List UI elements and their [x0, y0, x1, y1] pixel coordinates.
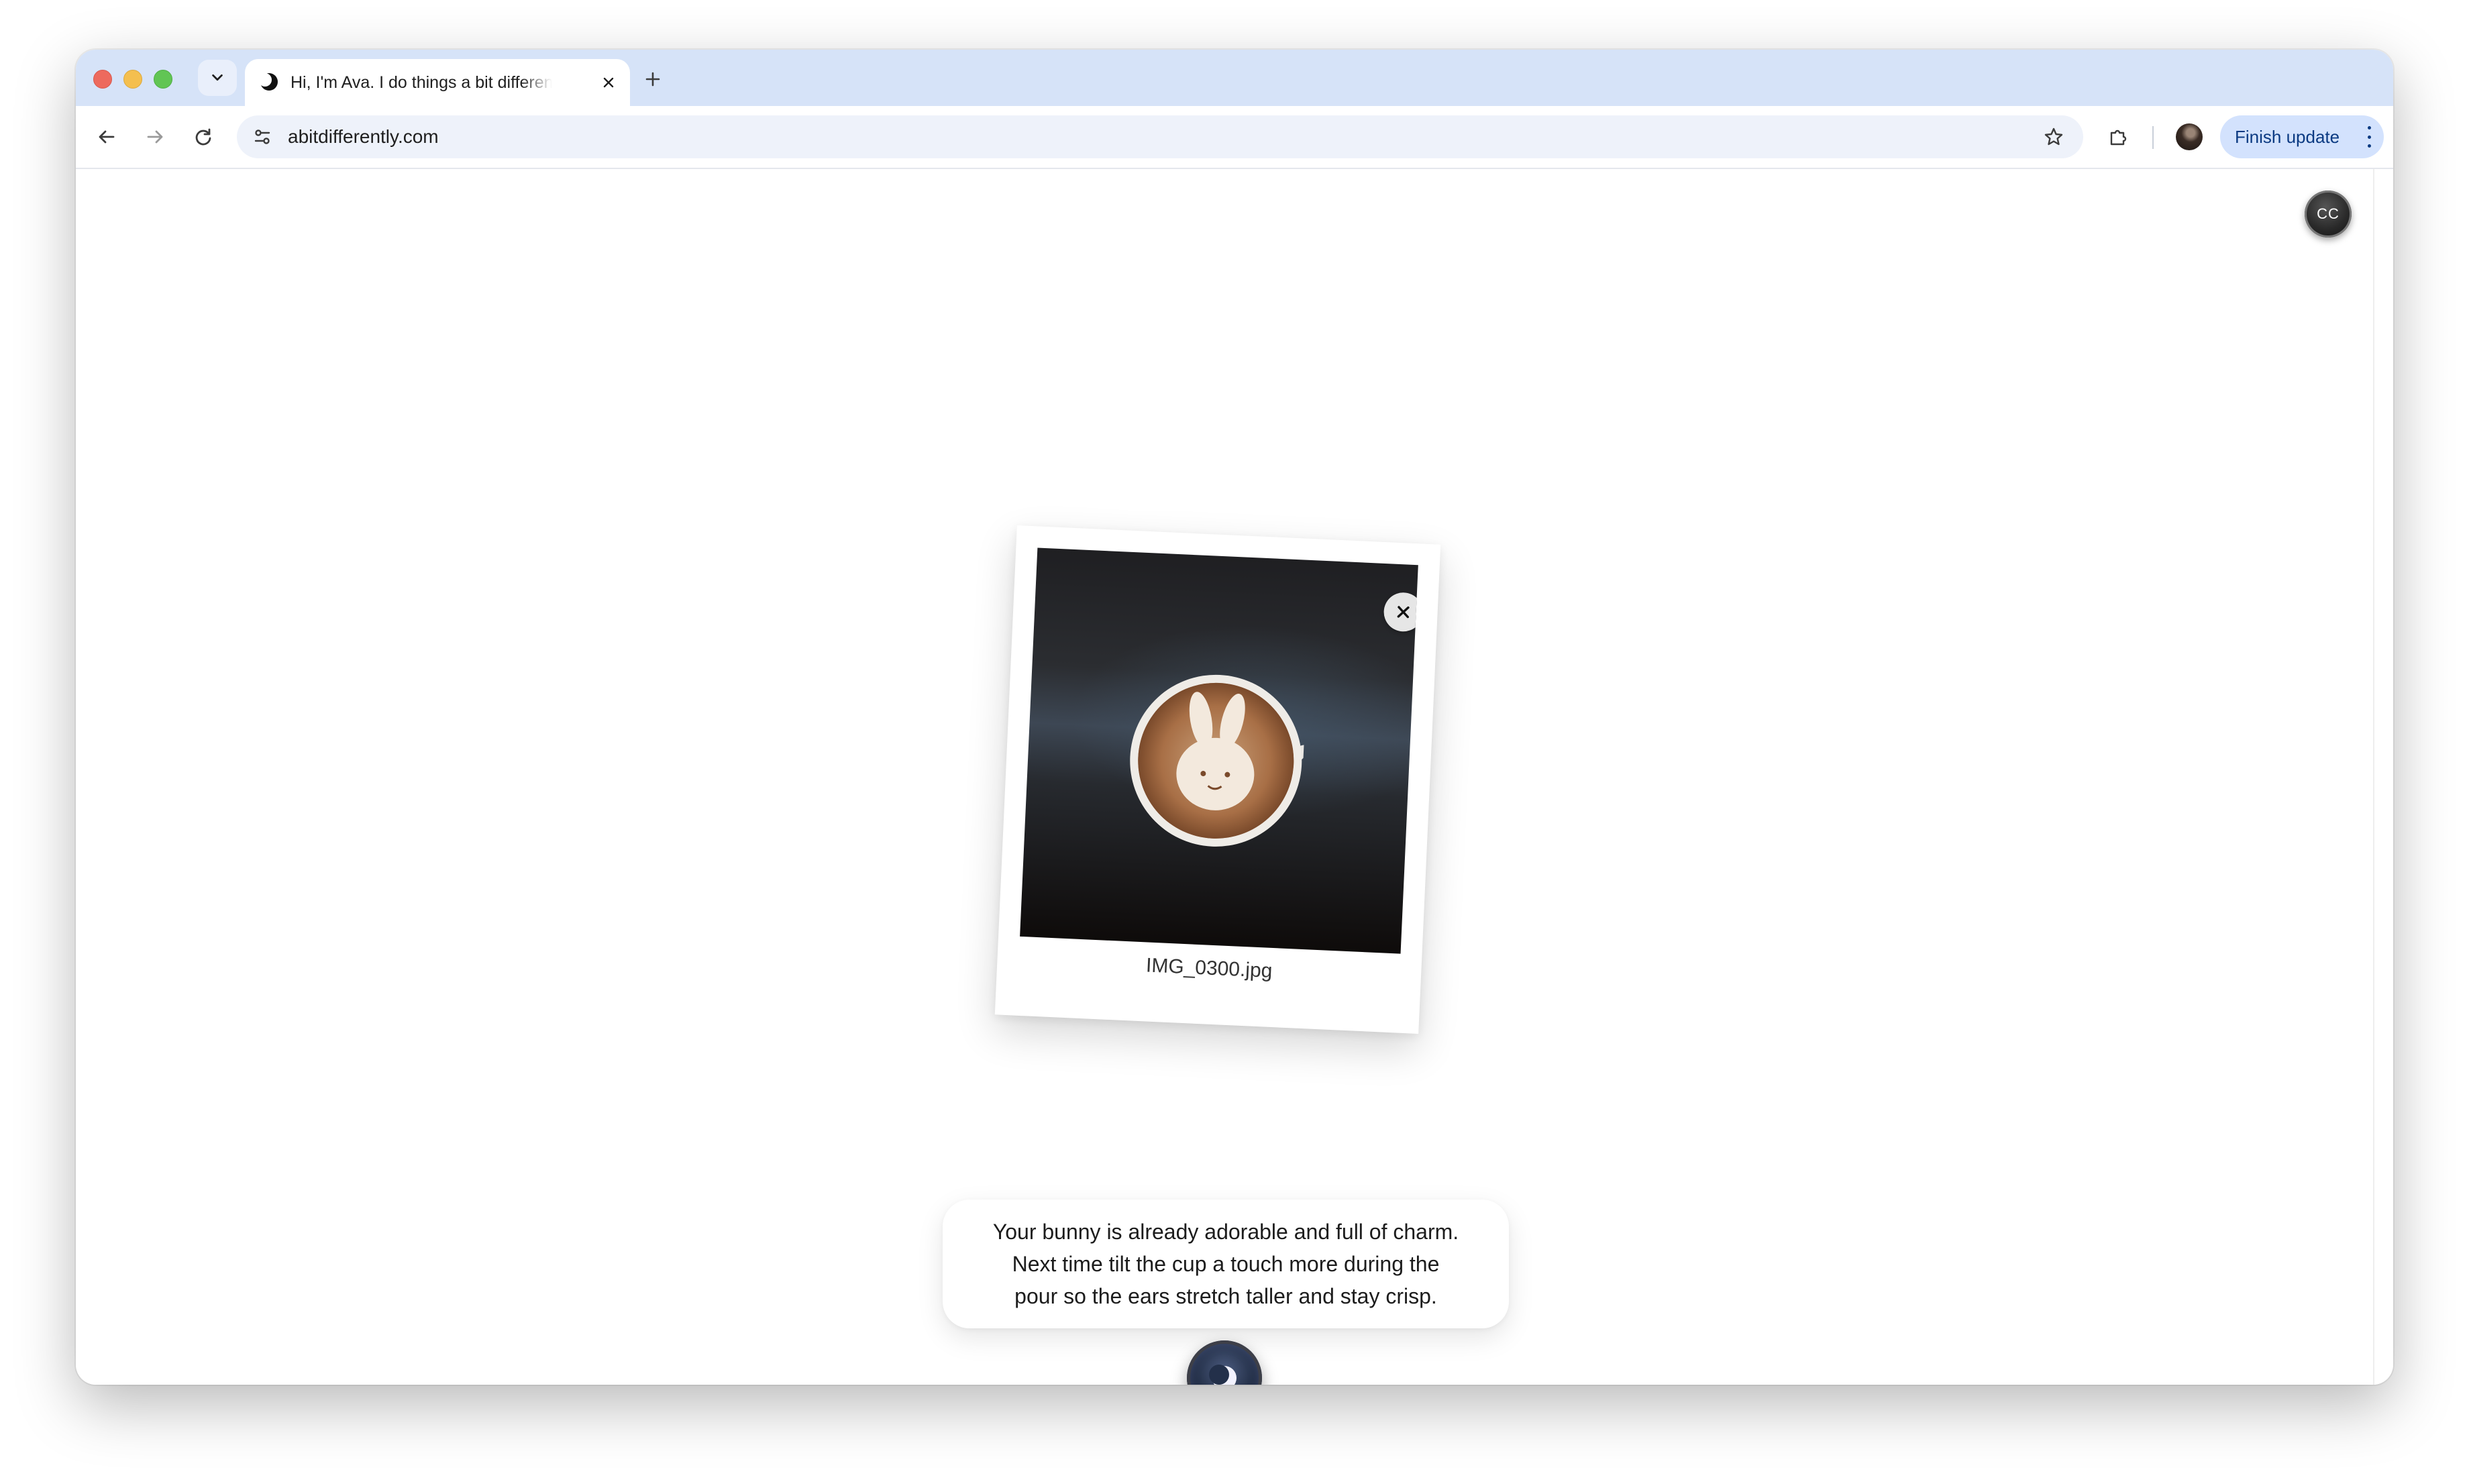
address-bar[interactable]: abitdifferently.com	[237, 115, 2083, 158]
scrollbar-track[interactable]	[2373, 169, 2374, 1385]
browser-window: Hi, I'm Ava. I do things a bit different…	[76, 50, 2393, 1385]
browser-toolbar: abitdifferently.com Finish update	[76, 106, 2393, 169]
zoom-window-button[interactable]	[154, 70, 172, 89]
close-photo-button[interactable]	[1383, 592, 1418, 633]
tab-title: Hi, I'm Ava. I do things a bit different…	[291, 73, 552, 92]
photo-filename: IMG_0300.jpg	[1145, 954, 1273, 982]
tune-icon	[254, 129, 270, 144]
arrow-right-icon	[147, 130, 163, 144]
profile-avatar[interactable]	[2176, 123, 2203, 150]
minimize-window-button[interactable]	[123, 70, 142, 89]
arrow-left-icon	[99, 130, 115, 144]
back-button[interactable]	[89, 119, 124, 154]
moon-icon	[258, 73, 278, 91]
close-icon	[1397, 606, 1410, 619]
tab-search-button[interactable]	[198, 60, 237, 96]
finish-update-button[interactable]: Finish update	[2220, 115, 2384, 158]
plus-icon	[645, 72, 660, 87]
extensions-button[interactable]	[2101, 119, 2136, 154]
latte-art-bunny-photo	[1020, 547, 1418, 954]
close-window-button[interactable]	[93, 70, 112, 89]
star-icon	[2044, 127, 2063, 146]
finish-update-label: Finish update	[2235, 126, 2340, 147]
forward-button[interactable]	[138, 119, 172, 154]
latte-cup-image	[1130, 674, 1308, 847]
reload-icon	[195, 128, 211, 146]
page-content: CC IMG_0300.jpg Your bunny is already ad…	[76, 169, 2393, 1385]
toolbar-divider	[2152, 126, 2154, 149]
url-text: abitdifferently.com	[288, 126, 439, 147]
puzzle-icon	[2110, 129, 2127, 146]
site-settings-icon[interactable]	[246, 121, 278, 153]
more-menu-icon	[2366, 126, 2372, 148]
close-icon	[603, 77, 614, 88]
tab-strip: Hi, I'm Ava. I do things a bit different…	[76, 50, 2393, 106]
assistant-orb-button[interactable]	[1187, 1340, 1262, 1385]
assistant-message-text: Your bunny is already adorable and full …	[992, 1220, 1459, 1308]
bookmark-button[interactable]	[2038, 121, 2070, 153]
chevron-down-icon	[212, 74, 223, 81]
assistant-message-bubble: Your bunny is already adorable and full …	[943, 1200, 1509, 1328]
photo-card: IMG_0300.jpg	[994, 525, 1441, 1034]
active-tab[interactable]: Hi, I'm Ava. I do things a bit different…	[245, 59, 630, 106]
moon-icon	[1209, 1365, 1237, 1385]
new-tab-button[interactable]	[638, 64, 668, 94]
close-tab-button[interactable]	[596, 70, 621, 95]
captions-button[interactable]: CC	[2305, 191, 2352, 237]
reload-button[interactable]	[186, 119, 221, 154]
desktop: Hi, I'm Ava. I do things a bit different…	[0, 0, 2469, 1484]
